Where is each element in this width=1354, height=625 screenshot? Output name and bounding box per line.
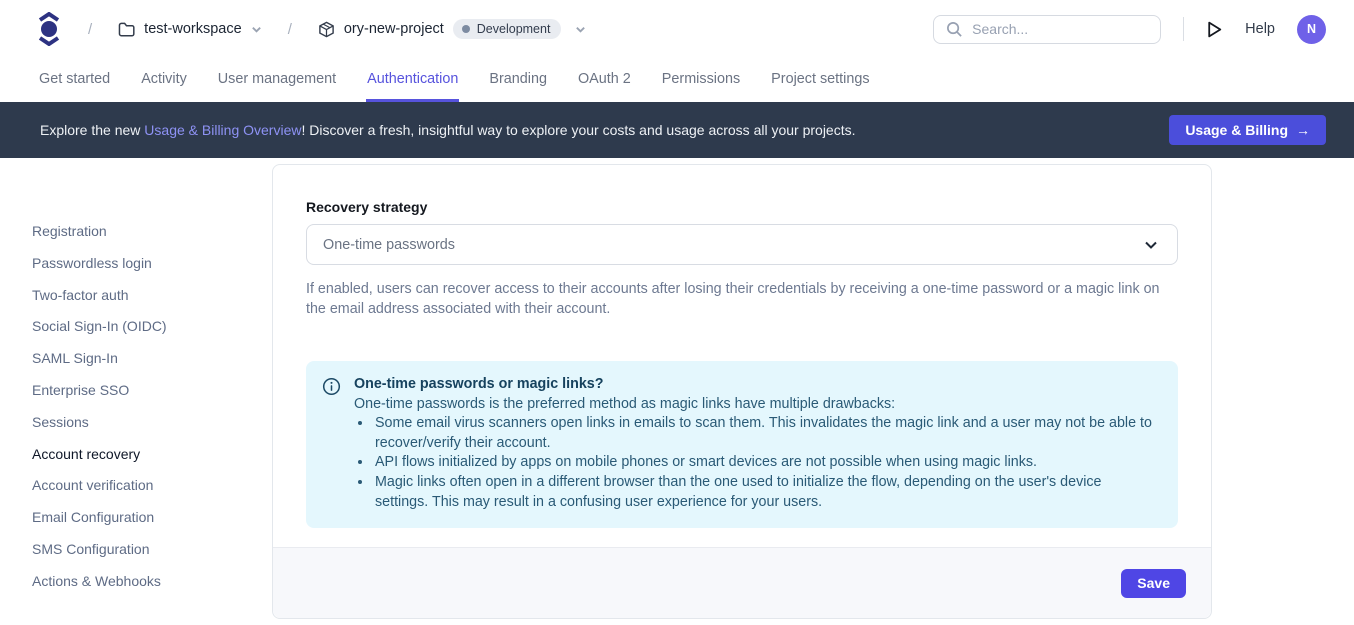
chevron-down-icon (1143, 237, 1159, 253)
info-icon (322, 377, 341, 396)
save-button[interactable]: Save (1121, 569, 1186, 598)
search-box[interactable] (933, 15, 1161, 44)
topbar-divider (1183, 17, 1184, 41)
help-link[interactable]: Help (1245, 21, 1275, 37)
info-title: One-time passwords or magic links? (354, 375, 1158, 395)
play-icon[interactable] (1206, 20, 1223, 39)
usage-billing-banner: Explore the new Usage & Billing Overview… (0, 102, 1354, 158)
usage-billing-button-label: Usage & Billing (1185, 122, 1288, 138)
nav-tab[interactable]: Permissions (661, 58, 741, 102)
sidebar-item[interactable]: SAML Sign-In (32, 343, 272, 375)
environment-dot-icon (462, 25, 470, 33)
info-bullet: Magic links often open in a different br… (373, 473, 1158, 512)
recovery-strategy-select[interactable]: One-time passwords (306, 224, 1178, 265)
top-bar: / test-workspace / ory-new-project Devel… (0, 0, 1354, 58)
project-switcher[interactable]: ory-new-project Development (318, 19, 587, 39)
sidebar-item[interactable]: Passwordless login (32, 248, 272, 280)
banner-text: Explore the new Usage & Billing Overview… (40, 122, 856, 138)
info-bullet: API flows initialized by apps on mobile … (373, 453, 1158, 473)
recovery-strategy-value: One-time passwords (323, 237, 1143, 253)
usage-billing-button[interactable]: Usage & Billing → (1169, 115, 1326, 145)
sidebar-item[interactable]: SMS Configuration (32, 534, 272, 566)
environment-badge: Development (453, 19, 562, 39)
sidebar-item[interactable]: Account verification (32, 470, 272, 502)
info-intro: One-time passwords is the preferred meth… (354, 395, 1158, 415)
sidebar-item[interactable]: Actions & Webhooks (32, 566, 272, 598)
breadcrumb-separator: / (288, 21, 292, 38)
project-name: ory-new-project (344, 21, 444, 37)
main-nav-tabs: Get started Activity User management Authen… (0, 58, 1354, 102)
package-icon (318, 21, 335, 38)
sidebar-item[interactable]: Registration (32, 216, 272, 248)
breadcrumb-separator: / (88, 21, 92, 38)
sidebar-item[interactable]: Sessions (32, 407, 272, 439)
nav-tab[interactable]: OAuth 2 (577, 58, 632, 102)
avatar-initial: N (1307, 22, 1316, 36)
authentication-sidebar: RegistrationPasswordless loginTwo-factor… (0, 158, 272, 625)
nav-tab[interactable]: Branding (488, 58, 548, 102)
nav-tab[interactable]: Get started (38, 58, 111, 102)
environment-label: Development (477, 22, 551, 36)
nav-tab[interactable]: Authentication (366, 58, 459, 102)
chevron-down-icon (575, 24, 586, 35)
sidebar-item[interactable]: Two-factor auth (32, 280, 272, 312)
chevron-down-icon (251, 24, 262, 35)
banner-text-suffix: ! Discover a fresh, insightful way to ex… (301, 122, 855, 138)
ory-logo-icon[interactable] (36, 12, 62, 46)
info-callout: One-time passwords or magic links? One-t… (306, 361, 1178, 528)
nav-tab[interactable]: User management (217, 58, 337, 102)
breadcrumb: / test-workspace / ory-new-project Devel… (88, 19, 612, 39)
sidebar-item[interactable]: Social Sign-In (OIDC) (32, 311, 272, 343)
workspace-name: test-workspace (144, 21, 242, 37)
sidebar-item[interactable]: Account recovery (32, 439, 272, 471)
arrow-right-icon: → (1296, 122, 1310, 138)
folder-icon (118, 22, 135, 37)
sidebar-item[interactable]: Enterprise SSO (32, 375, 272, 407)
workspace-switcher[interactable]: test-workspace (118, 21, 262, 37)
sidebar-item[interactable]: Email Configuration (32, 502, 272, 534)
card-footer: Save (273, 547, 1211, 618)
search-input[interactable] (972, 21, 1132, 37)
recovery-strategy-description: If enabled, users can recover access to … (306, 279, 1178, 319)
banner-text-prefix: Explore the new (40, 122, 144, 138)
nav-tab[interactable]: Project settings (770, 58, 870, 102)
account-recovery-card: Recovery strategy One-time passwords If … (272, 164, 1212, 619)
usage-billing-overview-link[interactable]: Usage & Billing Overview (144, 122, 301, 138)
search-icon (946, 21, 963, 38)
user-avatar[interactable]: N (1297, 15, 1326, 44)
recovery-strategy-label: Recovery strategy (306, 199, 1178, 215)
info-bullet-list: Some email virus scanners open links in … (354, 414, 1158, 512)
nav-tab[interactable]: Activity (140, 58, 188, 102)
info-bullet: Some email virus scanners open links in … (373, 414, 1158, 453)
